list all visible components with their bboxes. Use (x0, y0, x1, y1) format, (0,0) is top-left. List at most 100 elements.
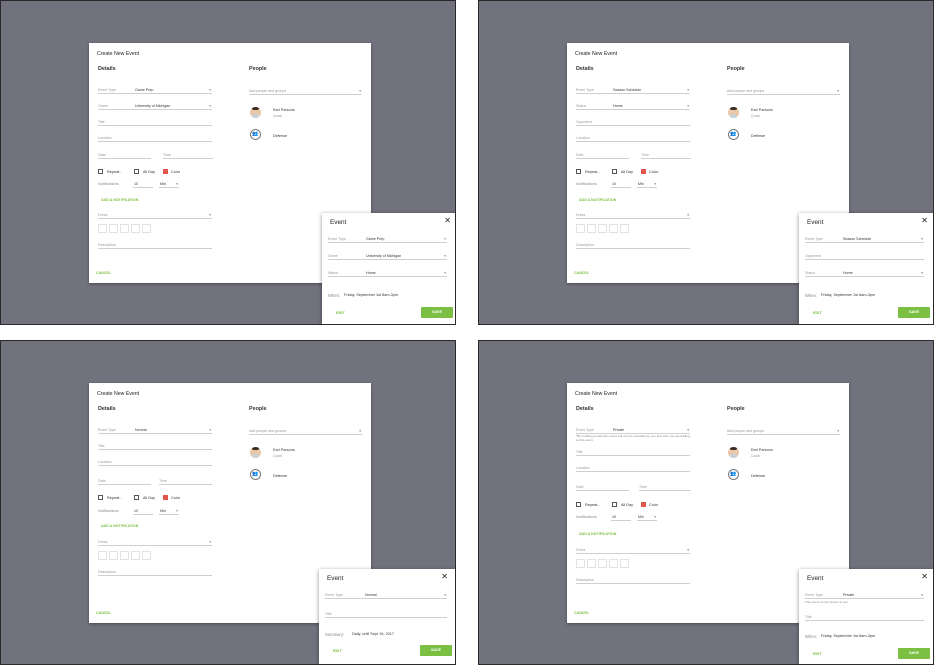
all-day-checkbox[interactable] (134, 169, 139, 174)
dress-option[interactable] (576, 224, 585, 233)
dress-option[interactable] (131, 224, 140, 233)
dress-select[interactable]: Dress ▾ (576, 545, 690, 554)
location-field[interactable]: Location (98, 133, 212, 142)
repeat-checkbox[interactable] (98, 495, 103, 500)
dress-option[interactable] (620, 224, 629, 233)
cancel-button[interactable]: CANCEL (574, 611, 589, 615)
close-icon[interactable]: ✕ (921, 573, 928, 581)
add-notification-button[interactable]: ADD A NOTIFICATION (579, 532, 616, 536)
color-swatch[interactable] (641, 169, 646, 174)
opponent-field[interactable]: Opponent (576, 117, 690, 126)
time-field[interactable]: Time (641, 150, 691, 159)
dress-select[interactable]: Dress ▾ (98, 210, 212, 219)
dress-option[interactable] (109, 224, 118, 233)
dress-option[interactable] (598, 559, 607, 568)
dress-option[interactable] (131, 551, 140, 560)
add-notification-button[interactable]: ADD A NOTIFICATION (579, 198, 616, 202)
dress-option[interactable] (98, 551, 107, 560)
all-day-checkbox[interactable] (134, 495, 139, 500)
popup-event-type-select[interactable]: Event Type Game Prep ▾ (328, 234, 447, 243)
date-field[interactable]: Date (576, 150, 629, 159)
dress-option[interactable] (120, 224, 129, 233)
edit-button[interactable]: EDIT (333, 649, 342, 653)
notification-unit-select[interactable]: Min ▾ (159, 506, 179, 515)
people-search-input[interactable]: Add people and groups ▾ (249, 86, 362, 95)
date-field[interactable]: Date (98, 150, 151, 159)
dress-option[interactable] (598, 224, 607, 233)
save-button[interactable]: SAVE (898, 648, 930, 659)
notification-unit-select[interactable]: Min ▾ (637, 512, 657, 521)
popup-title-field[interactable]: Title (325, 609, 447, 618)
popup-status-select[interactable]: Status Home ▾ (328, 268, 447, 277)
close-icon[interactable]: ✕ (921, 217, 928, 225)
color-swatch[interactable] (163, 495, 168, 500)
time-field[interactable]: Time (639, 482, 691, 491)
location-field[interactable]: Location (576, 133, 690, 142)
repeat-checkbox[interactable] (98, 169, 103, 174)
dress-option[interactable] (587, 224, 596, 233)
popup-game-select[interactable]: Game University of Michigan ▾ (328, 251, 447, 260)
event-type-select[interactable]: Event Type Private ▾ (576, 425, 690, 434)
notification-amount-field[interactable]: 10 (133, 506, 153, 515)
date-field[interactable]: Date (576, 482, 629, 491)
close-icon[interactable]: ✕ (441, 573, 448, 581)
description-field[interactable]: Description (576, 240, 690, 249)
notification-unit-select[interactable]: Min ▾ (159, 179, 179, 188)
popup-event-type-select[interactable]: Event Type Season Schedule ▾ (805, 234, 924, 243)
save-button[interactable]: SAVE (420, 645, 452, 656)
people-search-input[interactable]: Add people and groups ▾ (727, 86, 840, 95)
add-notification-button[interactable]: ADD A NOTIFICATION (101, 524, 138, 528)
color-swatch[interactable] (641, 502, 646, 507)
dress-option[interactable] (142, 551, 151, 560)
status-select[interactable]: Status Home ▾ (576, 101, 690, 110)
dress-option[interactable] (587, 559, 596, 568)
game-select[interactable]: Game University of Michigan ▾ (98, 101, 212, 110)
time-field[interactable]: Time (159, 476, 212, 485)
save-button[interactable]: SAVE (421, 307, 453, 318)
all-day-checkbox[interactable] (612, 502, 617, 507)
date-field[interactable]: Date (98, 476, 151, 485)
save-button[interactable]: SAVE (898, 307, 930, 318)
description-field[interactable]: Description (576, 575, 690, 584)
popup-opponent-field[interactable]: Opponent (805, 251, 924, 260)
popup-event-type-select[interactable]: Event Type Private ▾ (805, 590, 924, 599)
edit-button[interactable]: EDIT (336, 311, 345, 315)
description-field[interactable]: Description (98, 567, 212, 576)
notification-unit-select[interactable]: Min ▾ (637, 179, 657, 188)
close-icon[interactable]: ✕ (444, 217, 451, 225)
dress-option[interactable] (109, 551, 118, 560)
cancel-button[interactable]: CANCEL (96, 271, 111, 275)
dress-option[interactable] (120, 551, 129, 560)
dress-option[interactable] (609, 559, 618, 568)
notification-amount-field[interactable]: 10 (133, 179, 153, 188)
time-field[interactable]: Time (163, 150, 213, 159)
cancel-button[interactable]: CANCEL (96, 611, 111, 615)
repeat-checkbox[interactable] (576, 502, 581, 507)
notification-amount-field[interactable]: 10 (611, 512, 631, 521)
dress-option[interactable] (576, 559, 585, 568)
description-field[interactable]: Description (98, 240, 212, 249)
popup-status-select[interactable]: Status Home ▾ (805, 268, 924, 277)
people-search-input[interactable]: Add people and groups ▾ (249, 426, 362, 435)
dress-select[interactable]: Dress ▾ (576, 210, 690, 219)
location-field[interactable]: Location (98, 457, 212, 466)
title-field[interactable]: Title (576, 447, 690, 456)
dress-option[interactable] (620, 559, 629, 568)
notification-amount-field[interactable]: 10 (611, 179, 631, 188)
edit-button[interactable]: EDIT (813, 652, 822, 656)
dress-option[interactable] (98, 224, 107, 233)
dress-option[interactable] (142, 224, 151, 233)
cancel-button[interactable]: CANCEL (574, 271, 589, 275)
location-field[interactable]: Location (576, 463, 690, 472)
popup-title-field[interactable]: Title (805, 612, 924, 621)
dress-select[interactable]: Dress ▾ (98, 537, 212, 546)
event-type-select[interactable]: Event Type Game Prep ▾ (98, 85, 212, 94)
title-field[interactable]: Title (98, 117, 212, 126)
all-day-checkbox[interactable] (612, 169, 617, 174)
edit-button[interactable]: EDIT (813, 311, 822, 315)
event-type-select[interactable]: Event Type Normal ▾ (98, 425, 212, 434)
popup-event-type-select[interactable]: Event Type Normal ▾ (325, 590, 447, 599)
repeat-checkbox[interactable] (576, 169, 581, 174)
people-search-input[interactable]: Add people and groups ▾ (727, 426, 840, 435)
dress-option[interactable] (609, 224, 618, 233)
